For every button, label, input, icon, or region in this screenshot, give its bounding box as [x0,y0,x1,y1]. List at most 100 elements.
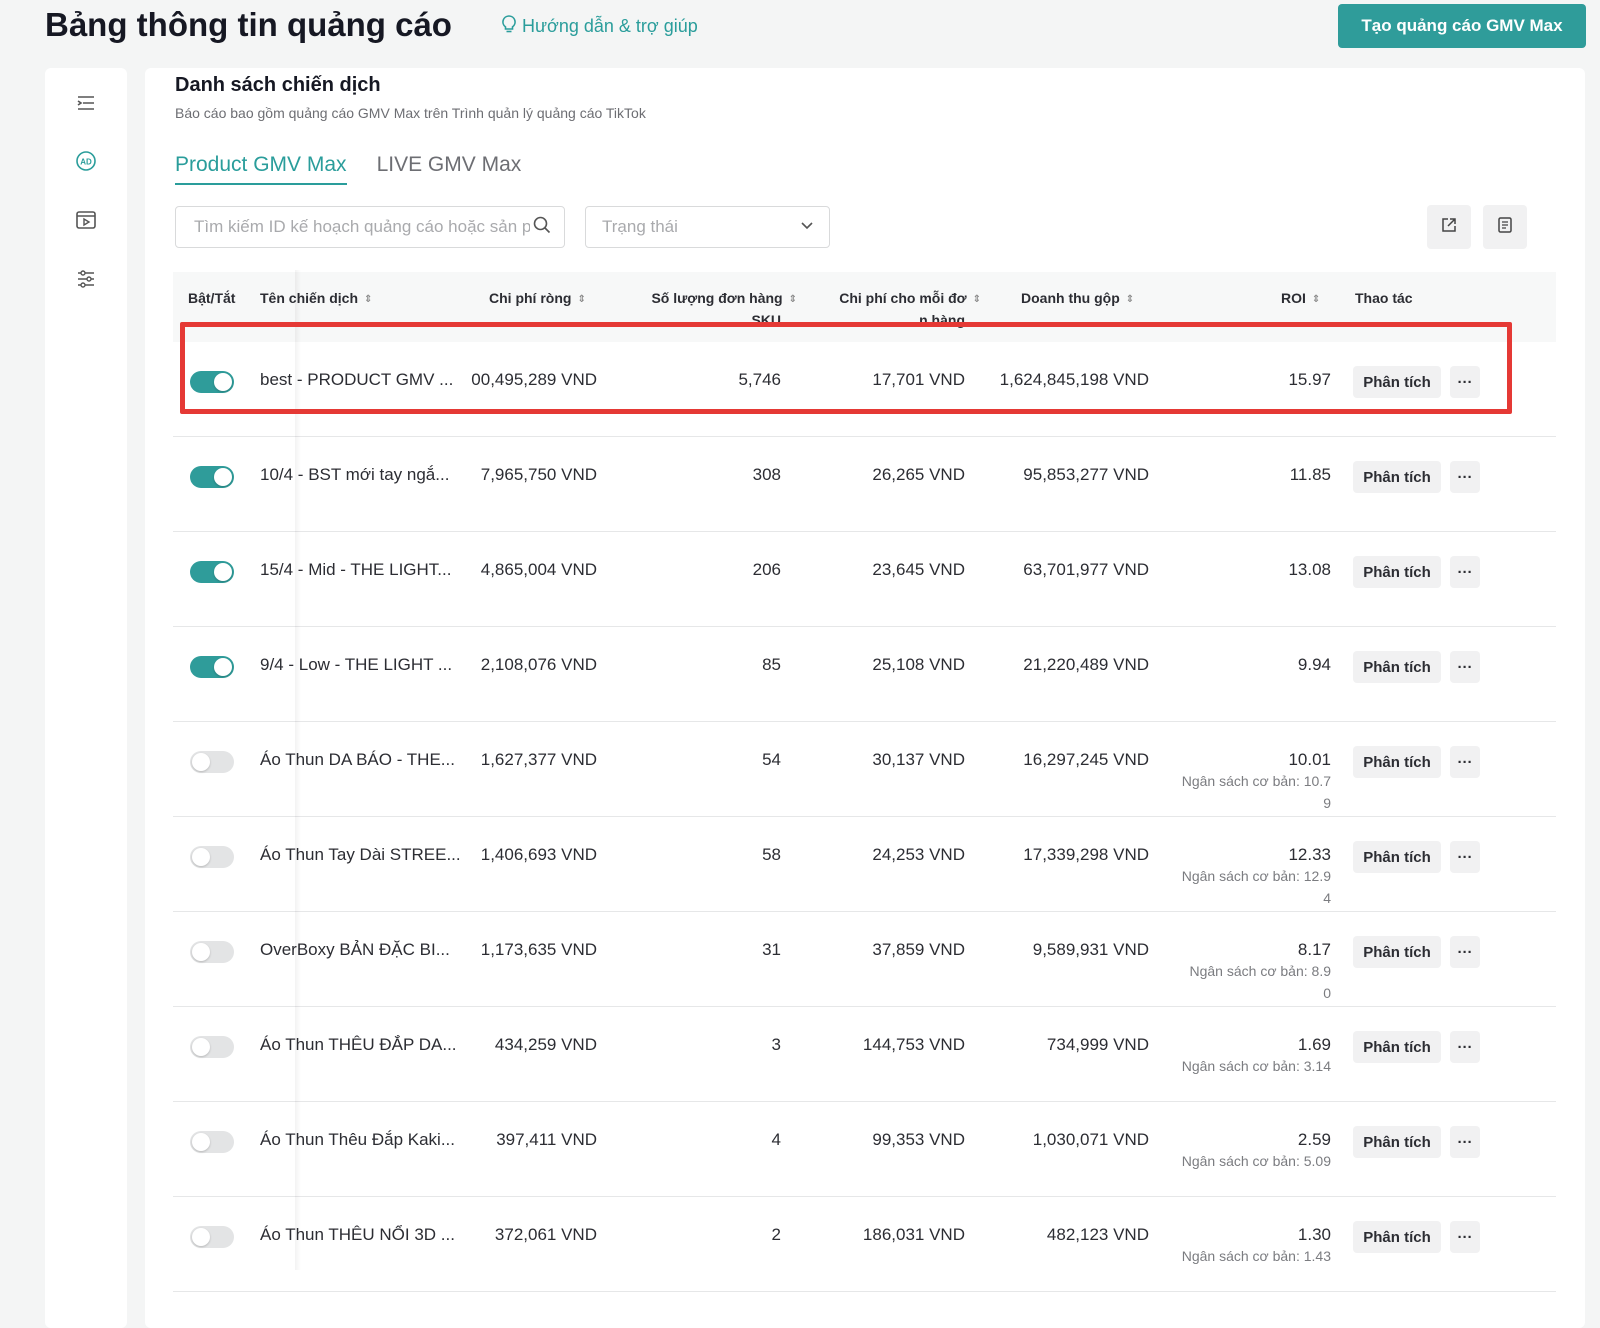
ad-icon[interactable]: AD [71,146,101,176]
more-options-button[interactable]: ··· [1450,1126,1480,1158]
toggle-knob [192,1133,210,1151]
col-actions: Thao tác [1355,290,1413,306]
analyze-button[interactable]: Phân tích [1353,841,1441,873]
table-row: 10/4 - BST mới tay ngắ... 7,965,750 VND 30… [173,437,1556,532]
status-toggle[interactable] [190,561,234,583]
roi-budget-note: Ngân sách cơ bản: 10.7 [1181,773,1331,789]
status-toggle[interactable] [190,941,234,963]
status-toggle[interactable] [190,751,234,773]
panel-subtitle: Báo cáo bao gồm quảng cáo GMV Max trên T… [175,105,646,121]
more-options-button[interactable]: ··· [1450,461,1480,493]
roi-value: 1.30 [1297,1225,1331,1244]
status-toggle[interactable] [190,466,234,488]
more-options-button[interactable]: ··· [1450,841,1480,873]
table-row: Áo Thun THÊU NỔI 3D ... 372,061 VND 2 186,0… [173,1197,1556,1292]
search-icon[interactable] [532,215,552,240]
more-options-button[interactable]: ··· [1450,651,1480,683]
sort-icon[interactable]: ⇕ [789,294,797,305]
col-name[interactable]: Tên chiến dịch ⇕ [260,288,372,310]
document-icon [1496,216,1514,239]
tab-product-gmv-max[interactable]: Product GMV Max [175,153,347,185]
status-toggle[interactable] [190,1226,234,1248]
status-toggle[interactable] [190,846,234,868]
analyze-button[interactable]: Phân tích [1353,1221,1441,1253]
panel-title: Danh sách chiến dịch [175,74,381,96]
gross-revenue: 16,297,245 VND [1023,750,1149,769]
analyze-button[interactable]: Phân tích [1353,1126,1441,1158]
more-options-button[interactable]: ··· [1450,746,1480,778]
roi-budget-note: Ngân sách cơ bản: 3.14 [1181,1058,1331,1074]
svg-text:AD: AD [80,158,92,167]
gross-revenue: 17,339,298 VND [1023,845,1149,864]
col-net-cost[interactable]: Chi phí ròng ⇕ [489,288,586,310]
order-count: 58 [762,845,781,864]
campaign-table: Bật/Tắt Tên chiến dịch ⇕ Chi phí ròng ⇕ Số… [173,272,1556,1292]
more-options-button[interactable]: ··· [1450,936,1480,968]
campaign-panel: Danh sách chiến dịch Báo cáo bao gồm quả… [145,68,1585,1328]
campaign-name[interactable]: Áo Thun THÊU ĐẮP DA... [260,1035,457,1055]
status-toggle[interactable] [190,1036,234,1058]
toggle-knob [192,848,210,866]
filter-icon[interactable] [71,264,101,294]
net-cost: 434,259 VND [494,1035,597,1054]
analyze-button[interactable]: Phân tích [1353,461,1441,493]
table-row: Áo Thun Tay Dài STREE... 1,406,693 VND 58 2… [173,817,1556,912]
status-filter[interactable]: Trạng thái [585,206,830,248]
analyze-button[interactable]: Phân tích [1353,746,1441,778]
col-revenue[interactable]: Doanh thu gộp ⇕ [1021,288,1134,310]
toggle-knob [192,943,210,961]
campaign-name[interactable]: Áo Thun DA BÁO - THE... [260,750,455,770]
sort-icon[interactable]: ⇕ [577,294,585,305]
campaign-name[interactable]: Áo Thun THÊU NỔI 3D ... [260,1225,455,1245]
roi-budget-note: Ngân sách cơ bản: 5.09 [1181,1153,1331,1169]
tab-live-gmv-max[interactable]: LIVE GMV Max [377,153,522,185]
roi-value: 10.01 [1288,750,1331,769]
more-options-button[interactable]: ··· [1450,1221,1480,1253]
help-link[interactable]: Hướng dẫn & trợ giúp [500,14,698,39]
order-count: 54 [762,750,781,769]
toggle-knob [192,1038,210,1056]
campaign-name[interactable]: OverBoxy BẢN ĐẶC BI... [260,940,450,960]
status-toggle[interactable] [190,1131,234,1153]
export-button[interactable] [1427,205,1471,249]
campaign-name[interactable]: Áo Thun Thêu Đắp Kaki... [260,1130,455,1150]
roi-value: 9.94 [1297,655,1331,674]
campaign-name[interactable]: 10/4 - BST mới tay ngắ... [260,465,449,485]
sort-icon[interactable]: ⇕ [1126,294,1134,305]
campaign-name[interactable]: 9/4 - Low - THE LIGHT ... [260,655,452,675]
roi-cell: 2.59 Ngân sách cơ bản: 5.09 [1133,1130,1331,1173]
search-input[interactable] [192,216,532,238]
roi-cell: 1.69 Ngân sách cơ bản: 3.14 [1133,1035,1331,1078]
analyze-button[interactable]: Phân tích [1353,651,1441,683]
net-cost: 1,627,377 VND [480,750,597,769]
report-button[interactable] [1483,205,1527,249]
campaign-name[interactable]: Áo Thun Tay Dài STREE... [260,845,461,865]
gross-revenue: 734,999 VND [1046,1035,1149,1054]
status-toggle[interactable] [190,656,234,678]
roi-value: 13.08 [1288,560,1331,579]
table-row: Áo Thun Thêu Đắp Kaki... 397,411 VND 4 99,3… [173,1102,1556,1197]
sort-icon[interactable]: ⇕ [364,294,372,305]
video-icon[interactable] [71,205,101,235]
roi-budget-note: Ngân sách cơ bản: 1.43 [1181,1248,1331,1264]
analyze-button[interactable]: Phân tích [1353,1031,1441,1063]
menu-icon[interactable] [71,88,101,118]
analyze-button[interactable]: Phân tích [1353,936,1441,968]
campaign-name[interactable]: 15/4 - Mid - THE LIGHT... [260,560,451,580]
table-row: 9/4 - Low - THE LIGHT ... 2,108,076 VND 85… [173,627,1556,722]
more-options-button[interactable]: ··· [1450,556,1480,588]
create-gmv-max-button[interactable]: Tạo quảng cáo GMV Max [1338,4,1586,48]
sort-icon[interactable]: ⇕ [973,294,981,305]
more-options-button[interactable]: ··· [1450,1031,1480,1063]
net-cost: 4,865,004 VND [480,560,597,579]
col-roi[interactable]: ROI ⇕ [1281,288,1320,310]
net-cost: 1,173,635 VND [480,940,597,959]
sort-icon[interactable]: ⇕ [1312,294,1320,305]
page-title: Bảng thông tin quảng cáo [45,6,452,43]
table-row: OverBoxy BẢN ĐẶC BI... 1,173,635 VND 31 37,… [173,912,1556,1007]
analyze-button[interactable]: Phân tích [1353,556,1441,588]
roi-value: 11.85 [1289,465,1331,484]
cost-per-order: 24,253 VND [872,845,965,864]
col-cpo-label-1: Chi phí cho mỗi đơ [839,290,967,306]
roi-cell: 8.17 Ngân sách cơ bản: 8.9 0 [1133,940,1332,1004]
